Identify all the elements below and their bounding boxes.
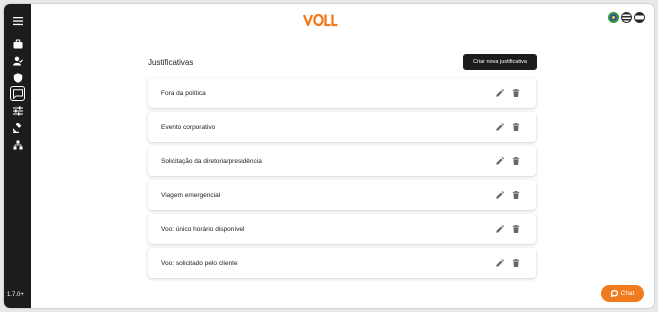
sidebar: 1.7.0+ <box>4 4 31 308</box>
edit-icon[interactable] <box>496 191 504 199</box>
brazil-flag-icon[interactable] <box>608 12 619 23</box>
list-item: Evento corporativo <box>148 112 536 142</box>
edit-icon[interactable] <box>496 123 504 131</box>
app-version: 1.7.0+ <box>7 292 24 298</box>
edit-icon[interactable] <box>496 89 504 97</box>
spain-flag-icon[interactable] <box>634 12 645 23</box>
chat-label: Chat <box>620 290 635 297</box>
delete-icon[interactable] <box>512 225 520 233</box>
language-selector <box>608 12 645 23</box>
comment-icon[interactable] <box>10 86 25 101</box>
briefcase-icon[interactable] <box>10 36 25 51</box>
edit-icon[interactable] <box>496 157 504 165</box>
menu-icon[interactable] <box>10 13 25 28</box>
chat-button[interactable]: Chat <box>601 285 644 302</box>
hierarchy-icon[interactable] <box>10 137 25 152</box>
list-item: Solicitação da diretoria/presidência <box>148 146 536 176</box>
us-flag-icon[interactable] <box>621 12 632 23</box>
sliders-icon[interactable] <box>10 103 25 118</box>
list-item: Voo: solicitado pelo cliente <box>148 248 536 278</box>
page-title: Justificativas <box>148 58 194 67</box>
delete-icon[interactable] <box>512 191 520 199</box>
edit-icon[interactable] <box>496 259 504 267</box>
create-justification-button[interactable]: Criar nova justificativa <box>463 54 537 70</box>
justification-label: Voo: solicitado pelo cliente <box>161 259 238 267</box>
justification-label: Evento corporativo <box>161 123 216 131</box>
chat-bubble-icon <box>610 290 618 297</box>
justification-label: Voo: único horário disponível <box>161 225 245 233</box>
justification-label: Fora da política <box>161 89 206 97</box>
user-check-icon[interactable] <box>10 53 25 68</box>
list-item: Fora da política <box>148 78 536 108</box>
delete-icon[interactable] <box>512 123 520 131</box>
justification-list: Fora da política Evento corporativo Soli… <box>148 78 536 282</box>
justification-label: Viagem emergencial <box>161 191 221 199</box>
delete-icon[interactable] <box>512 259 520 267</box>
list-item: Voo: único horário disponível <box>148 214 536 244</box>
delete-icon[interactable] <box>512 157 520 165</box>
delete-icon[interactable] <box>512 89 520 97</box>
justification-label: Solicitação da diretoria/presidência <box>161 157 262 165</box>
voll-logo <box>303 13 338 27</box>
edit-icon[interactable] <box>496 225 504 233</box>
shield-icon[interactable] <box>10 70 25 85</box>
list-item: Viagem emergencial <box>148 180 536 210</box>
app-window: 1.7.0+ Justificativas Criar nova justifi… <box>4 4 654 308</box>
gavel-icon[interactable] <box>10 120 25 135</box>
